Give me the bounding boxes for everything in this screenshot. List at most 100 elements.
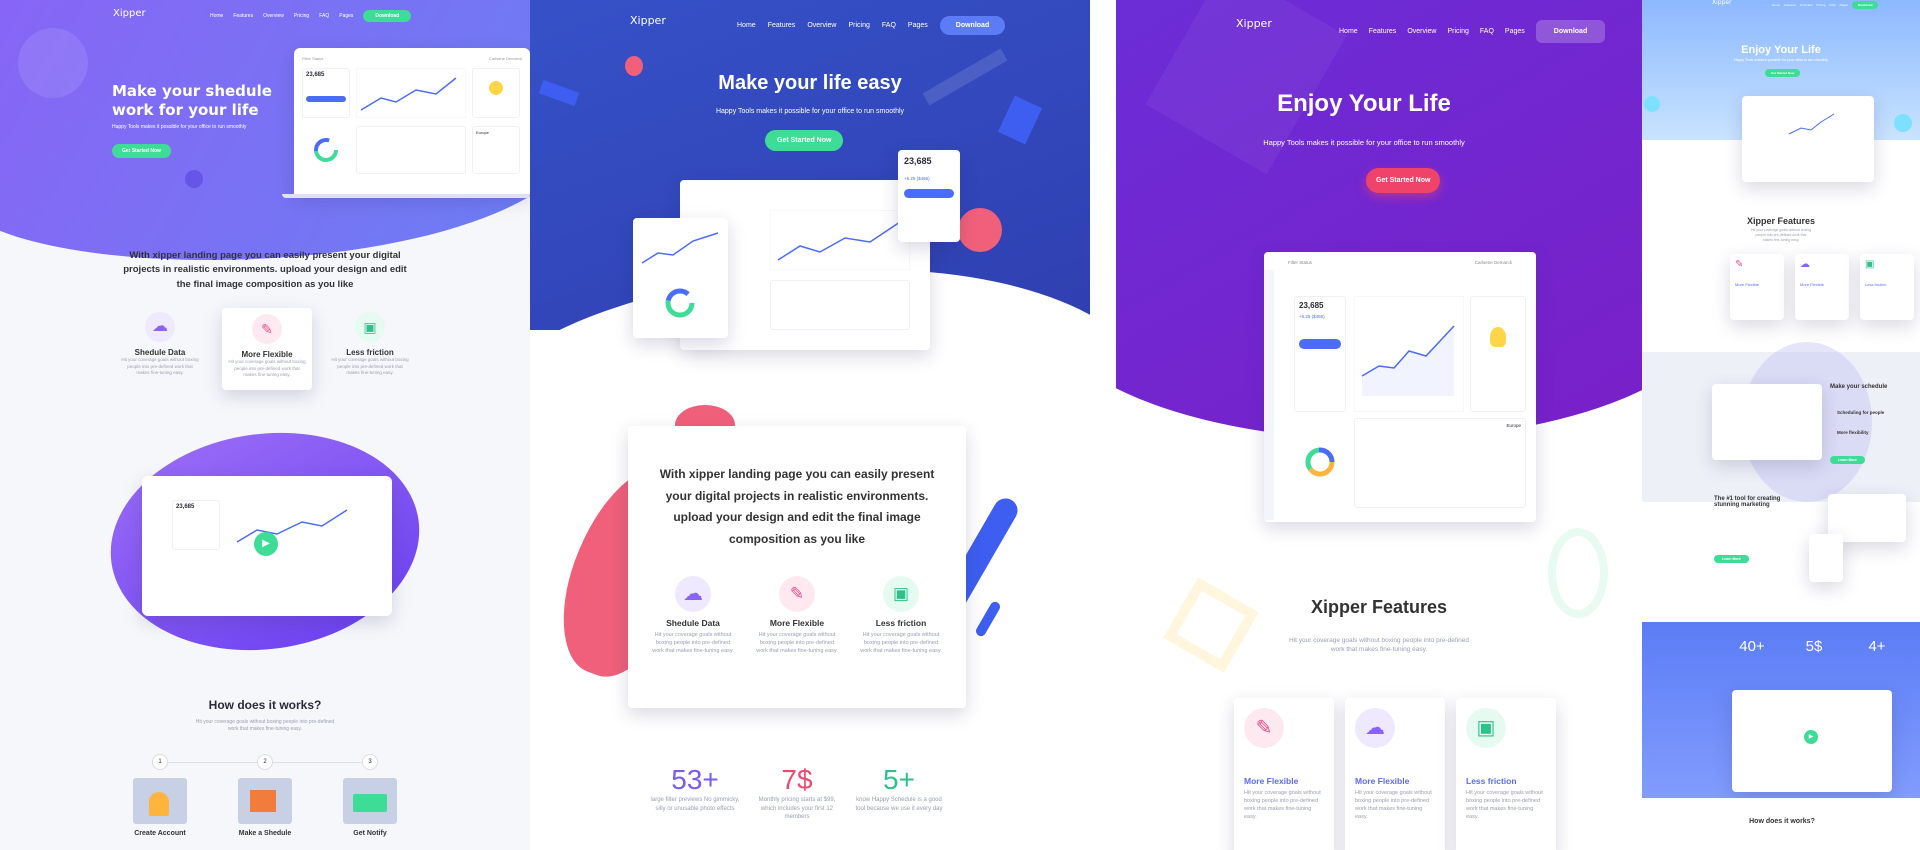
get-started-button[interactable]: Get Started Now (112, 144, 171, 158)
feature-title: More Flexible (1355, 776, 1410, 786)
feature-title: Less friction (1865, 282, 1887, 287)
balance-widget: 23,685 (302, 68, 350, 118)
nav-home[interactable]: Home (210, 13, 223, 19)
download-button[interactable]: Download (363, 10, 412, 22)
nav-home[interactable]: Home (737, 22, 756, 29)
feature-card-2[interactable]: ☁ More Flexible Hit your coverage goals … (1345, 698, 1445, 850)
filter-label[interactable]: Filter Status (302, 56, 323, 61)
feature-flexible[interactable]: ✎ More Flexible Hit your coverage goals … (754, 576, 840, 656)
feature-card-2[interactable]: ☁ More Flexible (1795, 254, 1849, 320)
stat-3: 5+ know Happy Schedule is a good tool be… (854, 764, 944, 813)
nav-pricing[interactable]: Pricing (294, 13, 309, 19)
download-button[interactable]: Download (1535, 20, 1606, 43)
nav-features[interactable]: Features (1369, 28, 1397, 35)
inbox-icon: ▣ (355, 312, 385, 342)
nav-faq[interactable]: FAQ (319, 13, 329, 19)
sidebar (1264, 270, 1274, 520)
learn-more-button[interactable]: Learn More (1830, 456, 1865, 464)
deco-circle (1644, 96, 1660, 112)
balance-amount: 23,685 (176, 504, 195, 510)
schedule-preview (1712, 384, 1822, 460)
step-1: 1 Create Account (125, 754, 195, 837)
owner-name: Carlsene Demarck (488, 56, 522, 61)
features-title: Xipper Features (1310, 597, 1448, 617)
stat-desc: large filter previews No gimmicky, silly… (650, 797, 740, 812)
nav-pages[interactable]: Pages (908, 22, 928, 29)
hero-subtitle: Happy Tools makes it possible for your o… (112, 124, 247, 130)
get-started-button[interactable]: Get Started Now (1366, 168, 1441, 193)
nav-pages[interactable]: Pages (1505, 28, 1525, 35)
get-started-button[interactable]: Get Started Now (765, 130, 844, 151)
nav-features[interactable]: Features (1784, 3, 1796, 7)
nav-pages[interactable]: Pages (339, 13, 353, 19)
feature-friction[interactable]: ▣ Less friction Hit your coverage goals … (858, 576, 944, 656)
add-button[interactable] (1299, 339, 1341, 349)
feature-desc: Hit your coverage goals without boxing p… (652, 632, 734, 655)
nav-features[interactable]: Features (233, 13, 253, 19)
logo[interactable]: Xipper (1712, 0, 1732, 6)
balance-widget: 23,685 +5.25 ($456) (1294, 296, 1346, 412)
bulb-widget (472, 68, 520, 118)
feature-card-1[interactable]: ✎ More Flexible (1730, 254, 1784, 320)
stat-2: 5$ (1794, 638, 1834, 655)
learn-more-button[interactable]: Learn More (1714, 555, 1749, 563)
stat-desc: know Happy Schedule is a good tool becau… (855, 797, 943, 812)
floating-chart-card (633, 218, 728, 338)
nav-features[interactable]: Features (768, 22, 796, 29)
step-number: 1 (152, 754, 168, 770)
feature-friction[interactable]: ▣ Less friction Hit your coverage goals … (330, 312, 410, 377)
balance-amount: 23,685 (904, 156, 932, 166)
top-nav: Home Features Overview Pricing FAQ Pages… (1772, 1, 1879, 9)
map-widget: Europe (1354, 418, 1526, 508)
add-button[interactable] (904, 189, 954, 198)
feature-schedule[interactable]: ☁ Shedule Data Hit your coverage goals w… (120, 312, 200, 377)
download-button[interactable]: Download (939, 16, 1006, 35)
logo[interactable]: Xipper (113, 8, 146, 19)
logo[interactable]: Xipper (1236, 17, 1272, 30)
nav-pages[interactable]: Pages (1840, 3, 1849, 7)
filter-label[interactable]: Filter Status (1288, 260, 1312, 265)
download-button[interactable]: Download (1852, 1, 1879, 9)
nav-pricing[interactable]: Pricing (849, 22, 870, 29)
nav-pricing[interactable]: Pricing (1816, 3, 1825, 7)
features-subtitle: Hit your coverage goals without boxing p… (1750, 228, 1812, 243)
feature-card-3[interactable]: ▣ Less friction Hit your coverage goals … (1456, 698, 1556, 850)
dashboard-preview: Filter Status Carlsene Demarck 23,685 +5… (1264, 252, 1536, 522)
balance-amount: 23,685 (306, 72, 325, 78)
nav-overview[interactable]: Overview (1800, 3, 1813, 7)
region-label: Europe (476, 130, 489, 135)
feature-flexible[interactable]: ✎ More Flexible Hit your coverage goals … (222, 308, 312, 390)
region-label: Europe (1506, 423, 1521, 428)
nav-overview[interactable]: Overview (1407, 28, 1436, 35)
nav-overview[interactable]: Overview (263, 13, 284, 19)
feature-schedule[interactable]: ☁ Shedule Data Hit your coverage goals w… (650, 576, 736, 656)
play-button[interactable]: ▶ (1804, 730, 1818, 744)
how-title: How does it works? (208, 698, 322, 712)
logo[interactable]: Xipper (630, 14, 666, 27)
feature-title: More Flexible (1800, 282, 1825, 287)
top-nav: Home Features Overview Pricing FAQ Pages… (1339, 20, 1606, 43)
nav-overview[interactable]: Overview (807, 22, 836, 29)
line-chart (1354, 296, 1464, 412)
document-icon: ✎ (1244, 708, 1284, 748)
video-preview: ▶ (1732, 690, 1892, 792)
nav-home[interactable]: Home (1772, 3, 1780, 7)
stat-1: 40+ (1732, 638, 1772, 655)
nav-pricing[interactable]: Pricing (1448, 28, 1469, 35)
feature-desc: Hit your coverage goals without boxing p… (1244, 790, 1321, 820)
nav-home[interactable]: Home (1339, 28, 1358, 35)
feature-card-1[interactable]: ✎ More Flexible Hit your coverage goals … (1234, 698, 1334, 850)
how-subtitle: Hit your coverage goals without boxing p… (195, 719, 335, 733)
deco-circle-red (958, 208, 1002, 252)
feature-title: Less friction (346, 348, 394, 357)
nav-faq[interactable]: FAQ (882, 22, 896, 29)
landing-variant-2: Xipper Home Features Overview Pricing FA… (530, 0, 1090, 850)
get-started-button[interactable]: Get Started Now (1765, 69, 1801, 77)
tool-title: The #1 tool for creating stunning market… (1714, 496, 1781, 508)
play-button[interactable]: ▶ (254, 532, 278, 556)
nav-faq[interactable]: FAQ (1830, 3, 1836, 7)
nav-faq[interactable]: FAQ (1480, 28, 1494, 35)
feature-card-3[interactable]: ▣ Less friction (1860, 254, 1914, 320)
stat-value: 53+ (671, 764, 719, 795)
account-icon (133, 778, 187, 824)
